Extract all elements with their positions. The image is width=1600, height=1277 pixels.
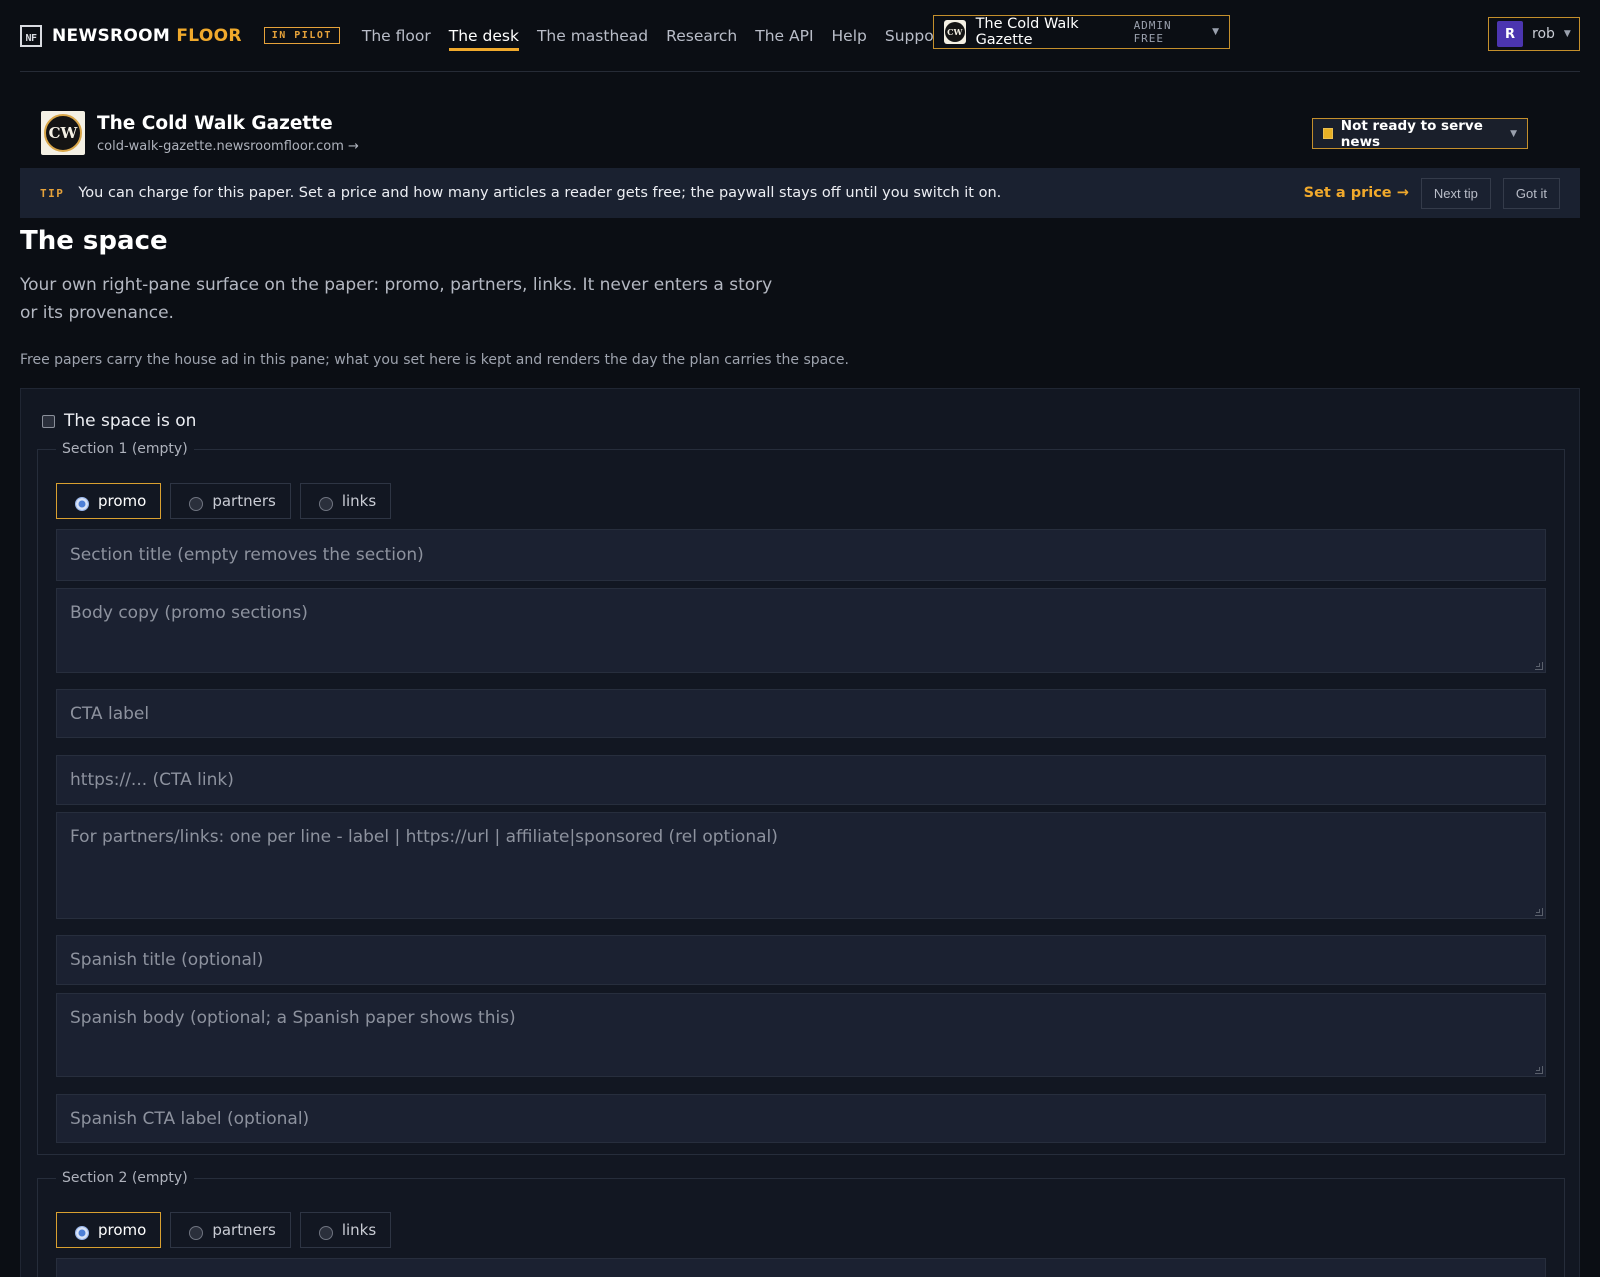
nav-the-floor[interactable]: The floor	[362, 21, 431, 51]
brand-name: NEWSROOM FLOOR	[52, 25, 242, 46]
section-kind-options: promo partners links	[56, 1212, 392, 1248]
radio-icon	[318, 497, 333, 511]
kind-option-partners[interactable]: partners	[170, 1212, 291, 1248]
set-price-link[interactable]: Set a price →	[1304, 185, 1409, 201]
paper-logo: CW	[41, 111, 85, 155]
section-2: Section 2 (empty) promo partners links	[37, 1170, 1565, 1277]
kind-option-links[interactable]: links	[299, 483, 392, 519]
nav-the-desk[interactable]: The desk	[448, 21, 520, 51]
status-indicator-icon	[1323, 128, 1333, 139]
paper-logo-icon: CW	[944, 20, 966, 44]
nav-research[interactable]: Research	[666, 21, 737, 51]
paper-header: CW The Cold Walk Gazette cold-walk-gazet…	[41, 111, 359, 155]
body-copy-textarea[interactable]: Body copy (promo sections)	[56, 588, 1546, 673]
dismiss-tip-button[interactable]: Got it	[1502, 177, 1560, 209]
radio-icon	[75, 1226, 89, 1240]
kind-option-links[interactable]: links	[299, 1212, 392, 1248]
cta-label-input[interactable]: CTA label	[56, 689, 1546, 738]
section-legend: Section 2 (empty)	[62, 1170, 188, 1186]
top-nav: NF NEWSROOM FLOOR IN PILOT The floor The…	[20, 0, 1580, 72]
user-menu[interactable]: R rob ▼	[1488, 17, 1580, 51]
spanish-cta-label-input[interactable]: Spanish CTA label (optional)	[56, 1094, 1546, 1143]
space-toggle-label: The space is on	[64, 411, 197, 431]
nav-help[interactable]: Help	[832, 21, 867, 51]
kind-option-partners[interactable]: partners	[170, 483, 291, 519]
radio-icon	[75, 497, 89, 511]
page-description: Your own right-pane surface on the paper…	[20, 275, 773, 323]
section-1: Section 1 (empty) promo partners links S…	[37, 441, 1565, 1155]
spanish-title-input[interactable]: Spanish title (optional)	[56, 935, 1546, 985]
tip-actions: Set a price → Next tip Got it	[1304, 177, 1560, 209]
tip-label: TIP	[40, 186, 65, 200]
serve-status-button[interactable]: Not ready to serve news ▼	[1312, 117, 1528, 150]
resize-handle-icon[interactable]	[1535, 908, 1543, 916]
user-name: rob	[1532, 26, 1555, 42]
page-title: The space	[20, 226, 168, 256]
kind-option-promo[interactable]: promo	[56, 1212, 162, 1248]
paper-switcher[interactable]: CW The Cold Walk Gazette ADMIN FREE ▼	[933, 15, 1230, 49]
paper-title: The Cold Walk Gazette	[97, 112, 333, 134]
kind-option-promo[interactable]: promo	[56, 483, 162, 519]
newsroom-logo-icon: NF	[20, 24, 42, 47]
chevron-down-icon: ▼	[1212, 27, 1219, 37]
partner-links-textarea[interactable]: For partners/links: one per line - label…	[56, 812, 1546, 919]
resize-handle-icon[interactable]	[1535, 662, 1543, 670]
radio-icon	[189, 497, 204, 511]
space-toggle[interactable]: The space is on	[42, 411, 196, 431]
radio-icon	[189, 1226, 204, 1240]
pilot-badge: IN PILOT	[263, 27, 340, 44]
nav-links: The floor The desk The masthead Research…	[362, 21, 946, 51]
section-title-input[interactable]: Section title (empty removes the section…	[56, 529, 1546, 581]
nav-the-masthead[interactable]: The masthead	[537, 21, 648, 51]
serve-status-label: Not ready to serve news	[1340, 117, 1483, 150]
chevron-down-icon: ▼	[1510, 128, 1517, 139]
resize-handle-icon[interactable]	[1535, 1066, 1543, 1074]
next-tip-button[interactable]: Next tip	[1420, 177, 1491, 209]
avatar: R	[1497, 21, 1523, 47]
page-note: Free papers carry the house ad in this p…	[20, 352, 849, 368]
cta-link-input[interactable]: https://... (CTA link)	[56, 755, 1546, 805]
radio-icon	[318, 1226, 333, 1240]
tip-bar: TIP You can charge for this paper. Set a…	[20, 168, 1580, 218]
paper-url-link[interactable]: cold-walk-gazette.newsroomfloor.com →	[97, 139, 359, 154]
nav-the-api[interactable]: The API	[755, 21, 813, 51]
section-title-input[interactable]	[56, 1258, 1546, 1277]
space-enabled-checkbox[interactable]	[42, 414, 55, 428]
tip-text: You can charge for this paper. Set a pri…	[78, 185, 1002, 201]
paper-switcher-name: The Cold Walk Gazette	[975, 16, 1079, 48]
section-kind-options: promo partners links	[56, 483, 392, 519]
paper-switcher-role: ADMIN FREE	[1133, 19, 1172, 45]
section-legend: Section 1 (empty)	[62, 441, 188, 457]
space-panel: The space is on Section 1 (empty) promo …	[20, 388, 1580, 1277]
spanish-body-textarea[interactable]: Spanish body (optional; a Spanish paper …	[56, 993, 1546, 1077]
chevron-down-icon: ▼	[1563, 29, 1571, 39]
brand[interactable]: NF NEWSROOM FLOOR	[20, 24, 242, 47]
